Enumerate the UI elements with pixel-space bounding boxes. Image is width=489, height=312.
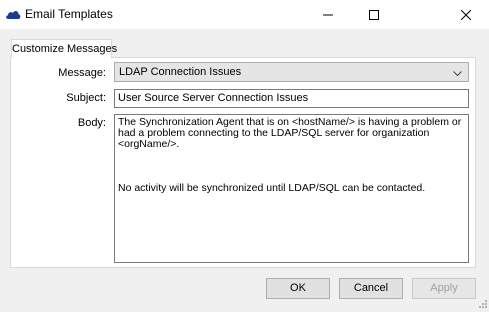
title-bar: Email Templates — [0, 0, 489, 29]
body-textarea[interactable]: The Synchronization Agent that is on <ho… — [114, 114, 469, 263]
tab-customize-messages[interactable]: Customize Messages — [11, 39, 117, 58]
chevron-down-icon — [453, 68, 462, 80]
cloud-icon — [5, 7, 21, 21]
maximize-button[interactable] — [351, 0, 397, 29]
body-label: Body: — [77, 117, 106, 129]
subject-field[interactable]: User Source Server Connection Issues — [114, 89, 469, 108]
message-select[interactable]: LDAP Connection Issues — [114, 62, 469, 82]
message-label: Message: — [58, 67, 106, 79]
body-paragraph-2: No activity will be synchronized until L… — [118, 182, 426, 194]
minimize-button[interactable] — [305, 0, 351, 29]
ok-button[interactable]: OK — [266, 278, 330, 299]
resize-grip-icon[interactable] — [478, 299, 488, 309]
close-icon — [461, 9, 471, 20]
maximize-icon — [369, 9, 379, 20]
message-select-value: LDAP Connection Issues — [119, 66, 242, 78]
cancel-button[interactable]: Cancel — [339, 278, 403, 299]
subject-label: Subject: — [66, 92, 106, 104]
minimize-icon — [323, 14, 333, 15]
apply-button[interactable]: Apply — [412, 278, 476, 299]
close-button[interactable] — [443, 0, 489, 29]
window-title: Email Templates — [25, 7, 113, 21]
body-paragraph-1: The Synchronization Agent that is on <ho… — [118, 116, 462, 150]
